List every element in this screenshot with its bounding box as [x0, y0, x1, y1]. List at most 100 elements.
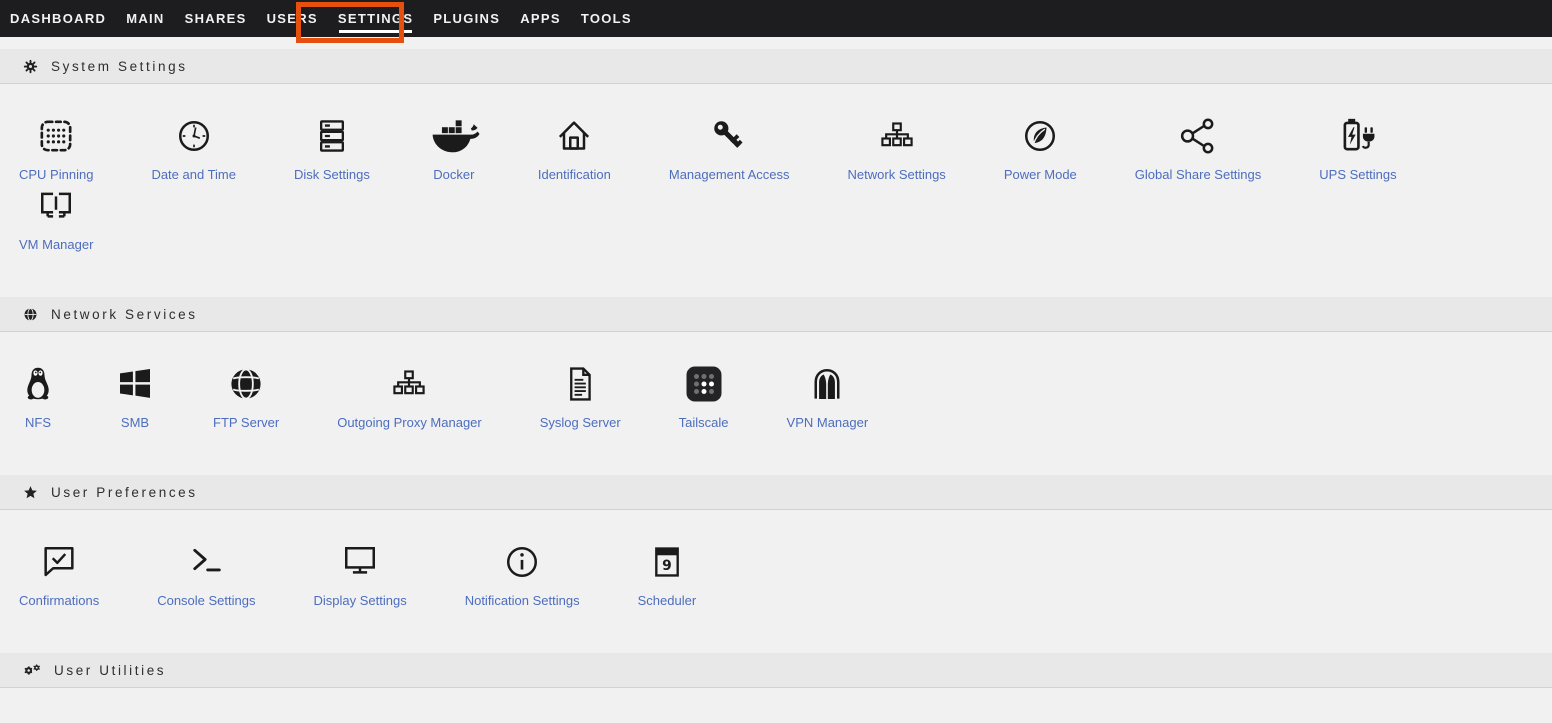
- settings-item-vpn-manager[interactable]: VPN Manager: [758, 361, 898, 431]
- nav-tab-label: SETTINGS: [338, 11, 413, 26]
- settings-item-vm-manager[interactable]: VM Manager: [0, 183, 122, 253]
- nav-tab-label: APPS: [520, 11, 561, 26]
- nav-tab-shares[interactable]: SHARES: [175, 0, 257, 37]
- settings-item-smb[interactable]: SMB: [86, 361, 184, 431]
- dual-monitor-icon: [36, 183, 76, 229]
- settings-item-cpu-pinning[interactable]: CPU Pinning: [0, 113, 122, 183]
- users-group-icon: [67, 717, 109, 723]
- settings-item-label: UPS Settings: [1319, 167, 1396, 183]
- cpu-pinning-icon: [36, 113, 76, 159]
- leaf-circle-icon: [1020, 113, 1060, 159]
- top-navbar: DASHBOARD MAIN SHARES USERS SETTINGS PLUGINS A…: [0, 0, 1552, 37]
- nav-tab-label: MAIN: [126, 11, 164, 26]
- settings-item-tailscale[interactable]: Tailscale: [650, 361, 758, 431]
- settings-page: DASHBOARD MAIN SHARES USERS SETTINGS PLUGINS A…: [0, 0, 1552, 723]
- nav-tab-label: TOOLS: [581, 11, 632, 26]
- monitor-icon: [340, 539, 380, 585]
- settings-item-label: Confirmations: [19, 593, 99, 609]
- nav-tab-label: PLUGINS: [433, 11, 500, 26]
- windows-logo-icon: [115, 361, 155, 407]
- settings-item-label: Global Share Settings: [1135, 167, 1261, 183]
- settings-item-label: Scheduler: [638, 593, 697, 609]
- settings-item-label: SMB: [121, 415, 149, 431]
- nav-tab-users[interactable]: USERS: [257, 0, 328, 37]
- settings-item-label: Docker: [433, 167, 474, 183]
- section-header-user-preferences: User Preferences: [0, 475, 1552, 510]
- globe-icon: [23, 307, 38, 322]
- section-network-services: Network Services NFS SMB FTP Server Outgoing…: [0, 297, 1552, 475]
- star-icon: [23, 485, 38, 500]
- section-title: User Utilities: [54, 663, 166, 678]
- house-icon: [554, 113, 594, 159]
- settings-item-label: NFS: [25, 415, 51, 431]
- nav-tab-label: DASHBOARD: [10, 11, 106, 26]
- settings-item-label: FTP Server: [213, 415, 279, 431]
- settings-item-label: VPN Manager: [787, 415, 869, 431]
- nav-tab-apps[interactable]: APPS: [510, 0, 571, 37]
- gears-icon: [23, 663, 41, 678]
- settings-item-label: Disk Settings: [294, 167, 370, 183]
- settings-item-nfs[interactable]: NFS: [0, 361, 86, 431]
- settings-item-date-and-time[interactable]: Date and Time: [122, 113, 265, 183]
- settings-item-label: Management Access: [669, 167, 790, 183]
- settings-item-label: Network Settings: [848, 167, 946, 183]
- server-stack-icon: [312, 113, 352, 159]
- sitemap-icon: [389, 361, 429, 407]
- docker-whale-icon: [428, 113, 480, 159]
- settings-item-notification-settings[interactable]: Notification Settings: [436, 539, 609, 609]
- settings-sections: System Settings CPU Pinning Date and Time D…: [0, 49, 1552, 723]
- section-header-network-services: Network Services: [0, 297, 1552, 332]
- settings-item-label: Console Settings: [157, 593, 255, 609]
- settings-item-label: Display Settings: [313, 593, 406, 609]
- nav-tab-dashboard[interactable]: DASHBOARD: [0, 0, 116, 37]
- nav-tab-main[interactable]: MAIN: [116, 0, 174, 37]
- settings-item-management-access[interactable]: Management Access: [640, 113, 819, 183]
- nav-tab-tools[interactable]: TOOLS: [571, 0, 642, 37]
- svg-text:9: 9: [662, 558, 672, 574]
- nav-tab-label: USERS: [267, 11, 318, 26]
- file-lines-icon: [560, 361, 600, 407]
- settings-item-syslog-server[interactable]: Syslog Server: [511, 361, 650, 431]
- calendar-icon: 9: [648, 539, 686, 585]
- section-system-settings: System Settings CPU Pinning Date and Time D…: [0, 49, 1552, 297]
- settings-item-display-settings[interactable]: Display Settings: [284, 539, 435, 609]
- nav-tab-settings[interactable]: SETTINGS: [328, 0, 423, 37]
- nav-tab-label: SHARES: [185, 11, 247, 26]
- settings-item-network-settings[interactable]: Network Settings: [819, 113, 975, 183]
- settings-item-label: Syslog Server: [540, 415, 621, 431]
- tux-penguin-icon: [19, 361, 57, 407]
- info-circle-icon: [502, 539, 542, 585]
- settings-item-identification[interactable]: Identification: [509, 113, 640, 183]
- settings-item-global-share-settings[interactable]: Global Share Settings: [1106, 113, 1290, 183]
- key-icon: [709, 113, 749, 159]
- settings-item-disk-settings[interactable]: Disk Settings: [265, 113, 399, 183]
- settings-item-outgoing-proxy-manager[interactable]: Outgoing Proxy Manager: [308, 361, 511, 431]
- settings-item-power-mode[interactable]: Power Mode: [975, 113, 1106, 183]
- clock-icon: [174, 113, 214, 159]
- settings-item-label: Tailscale: [679, 415, 729, 431]
- settings-item-docker[interactable]: Docker: [399, 113, 509, 183]
- section-title: Network Services: [51, 307, 198, 322]
- section-header-user-utilities: User Utilities: [0, 653, 1552, 688]
- settings-item-confirmations[interactable]: Confirmations: [0, 539, 128, 609]
- section-items-user-preferences: Confirmations Console Settings Display Set…: [0, 510, 1552, 653]
- section-title: System Settings: [51, 59, 188, 74]
- settings-item-label: Date and Time: [151, 167, 236, 183]
- settings-item-console-settings[interactable]: Console Settings: [128, 539, 284, 609]
- settings-item-scheduler[interactable]: 9 Scheduler: [609, 539, 726, 609]
- wireguard-icon: [807, 361, 847, 407]
- settings-item-ftp-server[interactable]: FTP Server: [184, 361, 308, 431]
- settings-item-ups-settings[interactable]: UPS Settings: [1290, 113, 1425, 183]
- settings-item-label: Identification: [538, 167, 611, 183]
- section-header-system-settings: System Settings: [0, 49, 1552, 84]
- section-items-system-settings: CPU Pinning Date and Time Disk Settings Doc…: [0, 84, 1552, 297]
- share-nodes-icon: [1178, 113, 1218, 159]
- settings-item-label: Outgoing Proxy Manager: [337, 415, 482, 431]
- settings-item-label: Power Mode: [1004, 167, 1077, 183]
- settings-item-community-applications[interactable]: Community Applications: [0, 717, 187, 723]
- gear-icon: [23, 59, 38, 74]
- section-user-preferences: User Preferences Confirmations Console Set…: [0, 475, 1552, 653]
- terminal-icon: [186, 539, 226, 585]
- nav-tab-plugins[interactable]: PLUGINS: [423, 0, 510, 37]
- globe-solid-icon: [226, 361, 266, 407]
